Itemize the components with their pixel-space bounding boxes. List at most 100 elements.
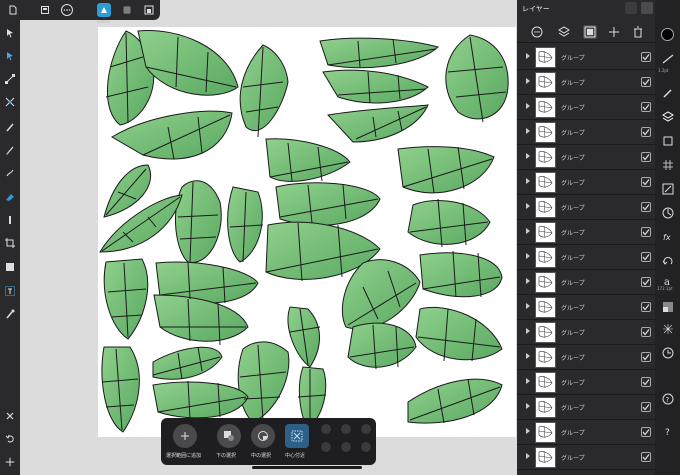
layer-row[interactable]: グループ [517, 445, 655, 470]
visibility-checkbox[interactable] [641, 227, 651, 237]
clock-icon[interactable] [661, 346, 674, 359]
expand-icon[interactable] [526, 253, 530, 259]
visibility-checkbox[interactable] [641, 102, 651, 112]
visibility-checkbox[interactable] [641, 377, 651, 387]
expand-icon[interactable] [526, 303, 530, 309]
layer-row[interactable]: グループ [517, 145, 655, 170]
vector-brush-icon[interactable] [3, 166, 17, 180]
select-below-button[interactable] [217, 424, 241, 448]
snapping-icon[interactable] [661, 322, 674, 335]
visibility-checkbox[interactable] [641, 152, 651, 162]
close-icon[interactable] [3, 409, 17, 423]
visibility-checkbox[interactable] [641, 327, 651, 337]
expand-icon[interactable] [526, 203, 530, 209]
fill-icon[interactable] [3, 190, 17, 204]
help-icon[interactable] [3, 455, 17, 469]
appearance-icon[interactable] [661, 300, 674, 313]
visibility-checkbox[interactable] [641, 302, 651, 312]
document-icon[interactable] [6, 3, 20, 17]
select-inside-button[interactable] [251, 424, 275, 448]
color-picker-icon[interactable] [3, 307, 17, 321]
layer-row[interactable]: グループ [517, 370, 655, 395]
swatches-icon[interactable] [661, 158, 674, 171]
layers-icon[interactable] [661, 110, 674, 123]
document-canvas[interactable] [98, 27, 516, 437]
more-icon[interactable] [60, 3, 74, 17]
layer-row[interactable]: グループ [517, 95, 655, 120]
stroke-icon[interactable] [661, 52, 674, 65]
node-icon[interactable] [3, 49, 17, 63]
layer-stack-icon[interactable] [557, 25, 571, 39]
panel-menu-icon[interactable] [625, 2, 637, 14]
layer-row[interactable]: グループ [517, 220, 655, 245]
fx-icon[interactable]: fx [661, 230, 674, 243]
expand-icon[interactable] [526, 53, 530, 59]
history-icon[interactable] [661, 254, 674, 267]
visibility-checkbox[interactable] [641, 127, 651, 137]
visibility-checkbox[interactable] [641, 252, 651, 262]
layer-row[interactable]: グループ [517, 45, 655, 70]
expand-icon[interactable] [526, 78, 530, 84]
layer-row[interactable]: グループ [517, 270, 655, 295]
expand-icon[interactable] [526, 328, 530, 334]
more-icon[interactable] [530, 25, 544, 39]
pixel-persona-icon[interactable] [120, 3, 134, 17]
add-to-selection-button[interactable] [173, 424, 197, 448]
crop-icon[interactable] [3, 236, 17, 250]
layer-row[interactable]: グループ [517, 395, 655, 420]
expand-icon[interactable] [526, 428, 530, 434]
panel-pin-icon[interactable] [641, 2, 653, 14]
expand-icon[interactable] [526, 353, 530, 359]
layer-row[interactable]: グループ [517, 345, 655, 370]
visibility-checkbox[interactable] [641, 52, 651, 62]
expand-icon[interactable] [526, 228, 530, 234]
help-icon[interactable]: ? [661, 392, 674, 405]
layer-row[interactable]: グループ [517, 70, 655, 95]
align-option-icon[interactable] [341, 442, 351, 452]
align-option-icon[interactable] [321, 424, 331, 434]
visibility-checkbox[interactable] [641, 177, 651, 187]
help-icon[interactable]: ? [661, 424, 674, 437]
rectangle-icon[interactable] [3, 260, 17, 274]
layer-row[interactable]: グループ [517, 295, 655, 320]
designer-persona-icon[interactable] [97, 3, 111, 17]
add-layer-icon[interactable] [607, 25, 621, 39]
effects-icon[interactable] [661, 134, 674, 147]
align-option-icon[interactable] [321, 442, 331, 452]
expand-icon[interactable] [526, 278, 530, 284]
layer-row[interactable]: グループ [517, 245, 655, 270]
expand-icon[interactable] [526, 128, 530, 134]
align-option-icon[interactable] [341, 424, 351, 434]
expand-icon[interactable] [526, 103, 530, 109]
point-transform-icon[interactable] [3, 95, 17, 109]
layer-row[interactable]: グループ [517, 195, 655, 220]
expand-icon[interactable] [526, 153, 530, 159]
layer-row[interactable]: グループ [517, 420, 655, 445]
layer-row[interactable]: グループ [517, 320, 655, 345]
align-option-icon[interactable] [361, 424, 371, 434]
transparency-icon[interactable] [3, 213, 17, 227]
visibility-checkbox[interactable] [641, 452, 651, 462]
align-option-icon[interactable] [361, 442, 371, 452]
pen-icon[interactable] [3, 120, 17, 134]
expand-icon[interactable] [526, 403, 530, 409]
visibility-checkbox[interactable] [641, 402, 651, 412]
export-persona-icon[interactable] [142, 3, 156, 17]
pencil-icon[interactable] [3, 143, 17, 157]
visibility-checkbox[interactable] [641, 427, 651, 437]
transform-icon[interactable] [661, 182, 674, 195]
layer-row[interactable]: グループ [517, 170, 655, 195]
mask-icon[interactable] [583, 25, 597, 39]
color-swatch-icon[interactable] [661, 28, 674, 41]
visibility-checkbox[interactable] [641, 202, 651, 212]
layer-row[interactable]: グループ [517, 120, 655, 145]
file-icon[interactable] [38, 3, 52, 17]
visibility-checkbox[interactable] [641, 352, 651, 362]
expand-icon[interactable] [526, 178, 530, 184]
move-icon[interactable] [3, 26, 17, 40]
brush-icon[interactable] [661, 86, 674, 99]
navigator-icon[interactable] [661, 206, 674, 219]
corner-icon[interactable] [3, 72, 17, 86]
visibility-checkbox[interactable] [641, 77, 651, 87]
expand-icon[interactable] [526, 453, 530, 459]
